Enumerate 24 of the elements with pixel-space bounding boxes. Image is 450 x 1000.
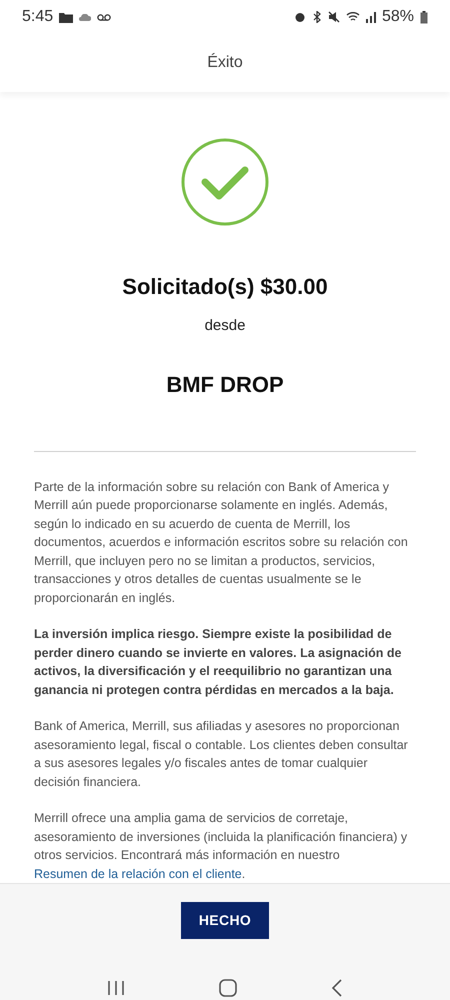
signal-icon (366, 11, 376, 23)
disclosure-text: Parte de la información sobre su relación con Bank of America y Merrill aún puede proporcionarse solamente en inglés. Además, según lo indicado en su acuerdo de cuenta de Merrill, los documentos, acuerdos e información escritos sobre su relación con Merrill, que incluyen pero no se limitan a productos, servicios, transacciones y otros detalles de cuentas usualmente se le proporcionarán en inglés. (34, 478, 409, 607)
request-amount: Solicitado(s) $30.00 (122, 273, 328, 301)
mute-icon (328, 11, 340, 23)
done-button[interactable]: HECHO (181, 902, 269, 939)
wifi-icon (346, 11, 360, 23)
disclosure-text: La inversión implica riesgo. Siempre existe la posibilidad de perder dinero cuando se invierte en valores. La asignación de activos, la diversificación y el reequilibrio no garantizan una ganancia ni protegen contra pérdidas en mercados a la baja. (34, 626, 402, 699)
battery-percent: 58% (382, 7, 414, 27)
back-icon[interactable] (331, 979, 343, 997)
battery-icon (420, 10, 428, 24)
recent-apps-icon[interactable] (107, 980, 125, 996)
from-label: desde (204, 316, 246, 336)
page-title: Éxito (207, 52, 243, 73)
relationship-summary-link[interactable]: Resumen de la relación con el cliente (34, 866, 242, 880)
disclosure-text: Merrill ofrece una amplia gama de servicios de corretaje, asesoramiento de inversiones (incluida la planificación financiera) y otros servicios. Encontrará más información en nuestro Resumen de la relación con el cliente. (34, 810, 408, 882)
cloud-icon (79, 14, 92, 20)
checkmark-circle-icon (181, 138, 269, 226)
disclosure-text: Bank of America, Merrill, sus afiliadas y asesores no proporcionan asesoramiento legal, fiscal o contable. Los clientes deben consultar a sus asesores legales y/o fiscales antes de tomar cualquier decisión financiera. (34, 718, 409, 790)
status-time: 5:45 (22, 7, 54, 27)
bluetooth-icon (312, 11, 322, 23)
home-icon[interactable] (219, 979, 237, 997)
account-name: BMF DROP (166, 370, 284, 398)
voicemail-icon (97, 14, 112, 20)
folder-icon (59, 12, 74, 22)
